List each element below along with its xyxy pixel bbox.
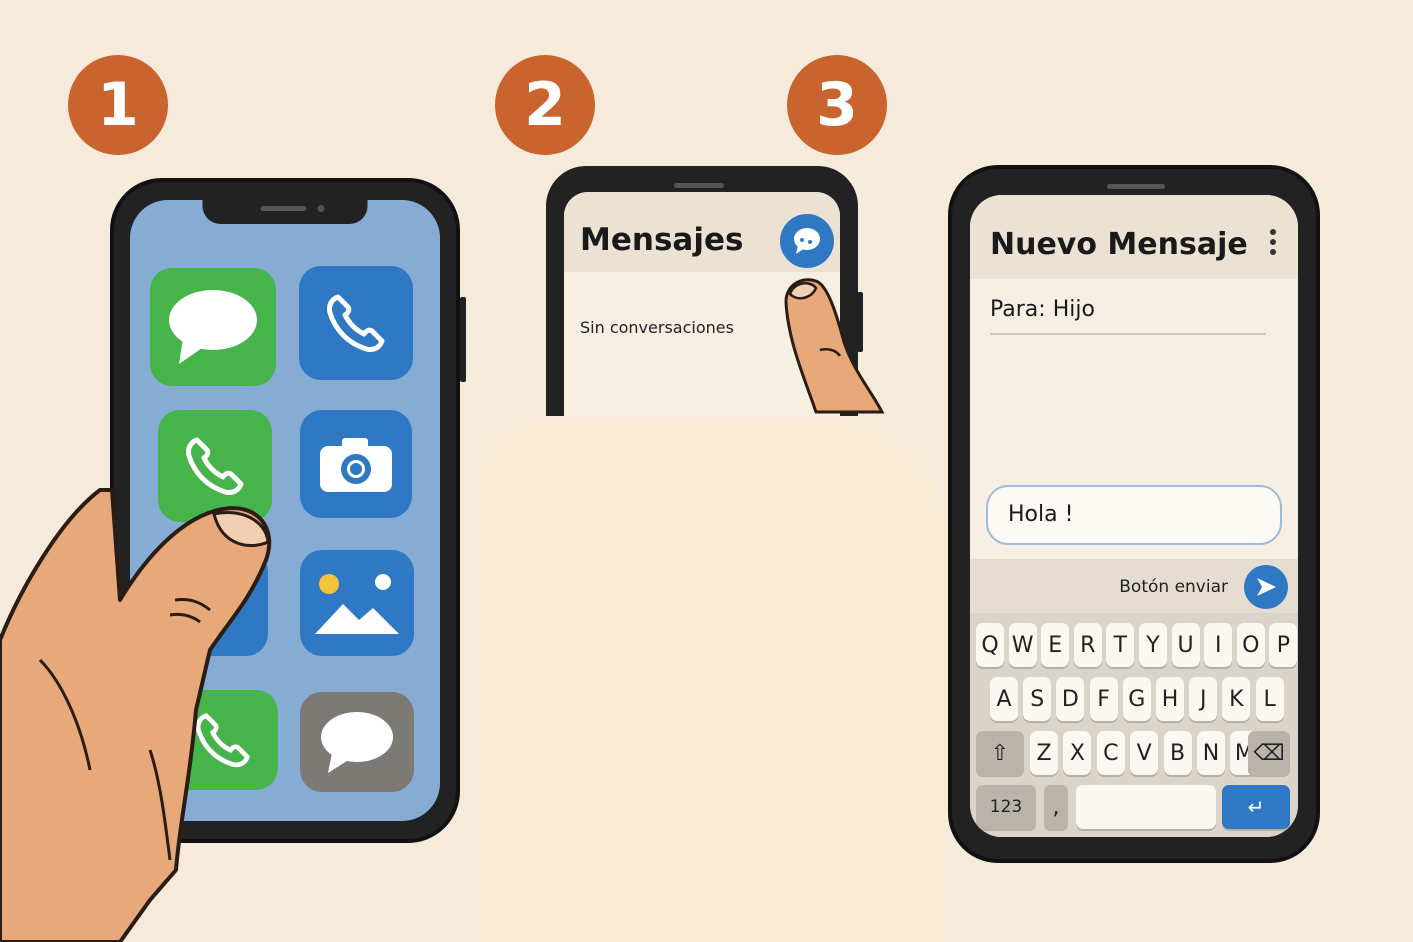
speaker-slot	[674, 183, 724, 188]
hand-illustration	[0, 488, 272, 942]
send-button[interactable]	[1244, 565, 1288, 609]
speaker-slot	[1107, 184, 1165, 189]
messages-app-icon[interactable]	[150, 268, 276, 386]
step-2-number: 2	[524, 70, 566, 140]
step-1-number: 1	[97, 70, 139, 140]
key-f[interactable]: F	[1089, 677, 1118, 721]
blank-area	[478, 420, 948, 942]
recipient-value: Hijo	[1052, 297, 1095, 322]
new-message-title: Nuevo Mensaje	[990, 227, 1248, 262]
key-t[interactable]: T	[1106, 623, 1135, 667]
recipient-field[interactable]: Para: Hijo	[990, 297, 1095, 322]
message-input[interactable]: Hola !	[986, 485, 1282, 545]
key-p[interactable]: P	[1269, 623, 1298, 667]
return-key[interactable]: ↵	[1222, 785, 1290, 829]
messages-header: Mensajes	[564, 192, 840, 272]
side-button	[460, 297, 466, 382]
key-u[interactable]: U	[1171, 623, 1200, 667]
step-1-badge: 1	[68, 55, 168, 155]
key-d[interactable]: D	[1056, 677, 1085, 721]
key-o[interactable]: O	[1236, 623, 1265, 667]
key-l[interactable]: L	[1255, 677, 1284, 721]
new-message-screen: Nuevo Mensaje Para: Hijo Hola ! Botón en…	[970, 195, 1298, 837]
message-input-value: Hola !	[1008, 502, 1074, 527]
recipient-divider	[990, 333, 1266, 335]
new-chat-icon	[794, 228, 820, 254]
photos-app-icon[interactable]	[300, 550, 414, 656]
new-message-header: Nuevo Mensaje	[970, 195, 1298, 279]
camera-app-icon[interactable]	[300, 410, 412, 518]
new-message-button[interactable]	[780, 214, 834, 268]
keyboard: QWERTYUIOP ASDFGHJKL ZXCVBNM ⇧ ⌫ 123 , ↵	[970, 613, 1298, 837]
key-q[interactable]: Q	[976, 623, 1004, 667]
numbers-key[interactable]: 123	[976, 785, 1036, 829]
key-w[interactable]: W	[1008, 623, 1037, 667]
key-k[interactable]: K	[1222, 677, 1251, 721]
backspace-key[interactable]: ⌫	[1248, 731, 1290, 775]
send-button-label: Botón enviar	[1119, 577, 1228, 597]
key-s[interactable]: S	[1023, 677, 1052, 721]
space-key[interactable]	[1076, 785, 1216, 829]
key-h[interactable]: H	[1156, 677, 1184, 721]
send-arrow-icon	[1257, 578, 1276, 596]
key-e[interactable]: E	[1041, 623, 1070, 667]
backspace-icon: ⌫	[1253, 740, 1285, 766]
send-bar: Botón enviar	[970, 559, 1298, 613]
empty-conversations-text: Sin conversaciones	[580, 318, 734, 337]
key-z[interactable]: Z	[1030, 731, 1058, 775]
key-r[interactable]: R	[1073, 623, 1102, 667]
phone-app-icon[interactable]	[299, 266, 413, 380]
recipient-label: Para:	[990, 297, 1046, 322]
shift-key[interactable]: ⇧	[976, 731, 1024, 775]
key-x[interactable]: X	[1063, 731, 1092, 775]
step-3-badge: 3	[787, 55, 887, 155]
step-3-number: 3	[816, 70, 858, 140]
phone-notch	[202, 200, 368, 224]
key-v[interactable]: V	[1130, 731, 1159, 775]
finger-illustration	[784, 278, 885, 414]
chat-app-icon[interactable]	[300, 692, 414, 792]
key-a[interactable]: A	[990, 677, 1018, 721]
key-n[interactable]: N	[1197, 731, 1225, 775]
key-b[interactable]: B	[1163, 731, 1192, 775]
key-j[interactable]: J	[1189, 677, 1218, 721]
shift-icon: ⇧	[990, 740, 1010, 766]
key-i[interactable]: I	[1204, 623, 1233, 667]
key-y[interactable]: Y	[1139, 623, 1167, 667]
more-options-icon[interactable]	[1270, 229, 1276, 255]
key-c[interactable]: C	[1096, 731, 1125, 775]
messages-title: Mensajes	[580, 222, 744, 258]
phone-new-message: Nuevo Mensaje Para: Hijo Hola ! Botón en…	[948, 165, 1320, 863]
step-2-badge: 2	[495, 55, 595, 155]
comma-key[interactable]: ,	[1044, 785, 1068, 829]
key-g[interactable]: G	[1122, 677, 1151, 721]
return-icon: ↵	[1247, 795, 1265, 819]
